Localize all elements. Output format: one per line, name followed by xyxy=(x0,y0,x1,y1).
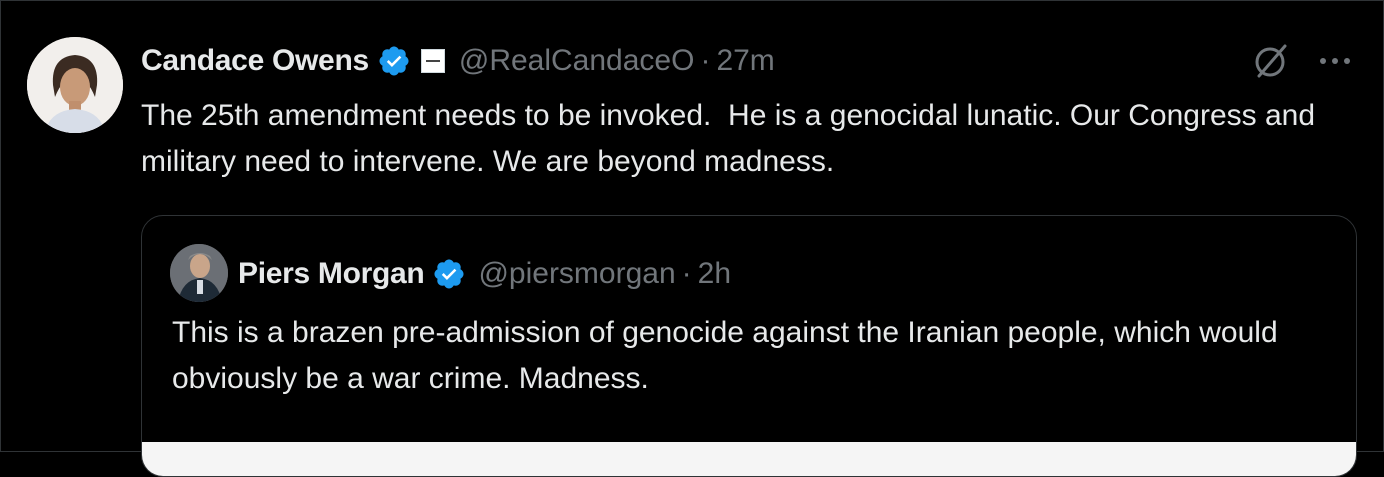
quoted-verified-badge-icon[interactable] xyxy=(432,257,466,291)
quoted-author-handle[interactable]: @piersmorgan xyxy=(478,257,675,291)
tweet-text: The 25th amendment needs to be invoked. … xyxy=(141,99,1324,178)
quoted-tweet-card[interactable]: Piers Morgan @piersmorgan · 2h This is a… xyxy=(141,215,1357,477)
avatar-image xyxy=(27,37,123,133)
quoted-tweet-header: Piers Morgan @piersmorgan · 2h xyxy=(238,254,731,294)
verified-badge-icon[interactable] xyxy=(377,44,411,78)
author-avatar[interactable] xyxy=(27,37,123,133)
quoted-tweet-text: This is a brazen pre-admission of genoci… xyxy=(172,316,1278,395)
quoted-header-separator: · xyxy=(681,257,692,290)
more-options-icon[interactable] xyxy=(1313,41,1357,81)
quoted-tweet-timestamp[interactable]: 2h xyxy=(698,257,731,291)
affiliation-badge-icon[interactable] xyxy=(420,49,445,73)
grok-icon[interactable] xyxy=(1251,41,1291,81)
quoted-avatar-image xyxy=(170,244,228,302)
quoted-author-display-name[interactable]: Piers Morgan xyxy=(238,257,425,291)
tweet-container: Candace Owens @RealCandaceO · 27m The 25… xyxy=(0,0,1384,477)
author-display-name[interactable]: Candace Owens xyxy=(141,44,369,78)
author-handle[interactable]: @RealCandaceO xyxy=(459,44,695,78)
quoted-tweet-media[interactable] xyxy=(142,442,1356,476)
header-separator: · xyxy=(700,44,711,77)
tweet-header: Candace Owens @RealCandaceO · 27m xyxy=(141,41,775,81)
tweet-timestamp[interactable]: 27m xyxy=(716,44,774,78)
quoted-author-avatar[interactable] xyxy=(170,244,228,302)
